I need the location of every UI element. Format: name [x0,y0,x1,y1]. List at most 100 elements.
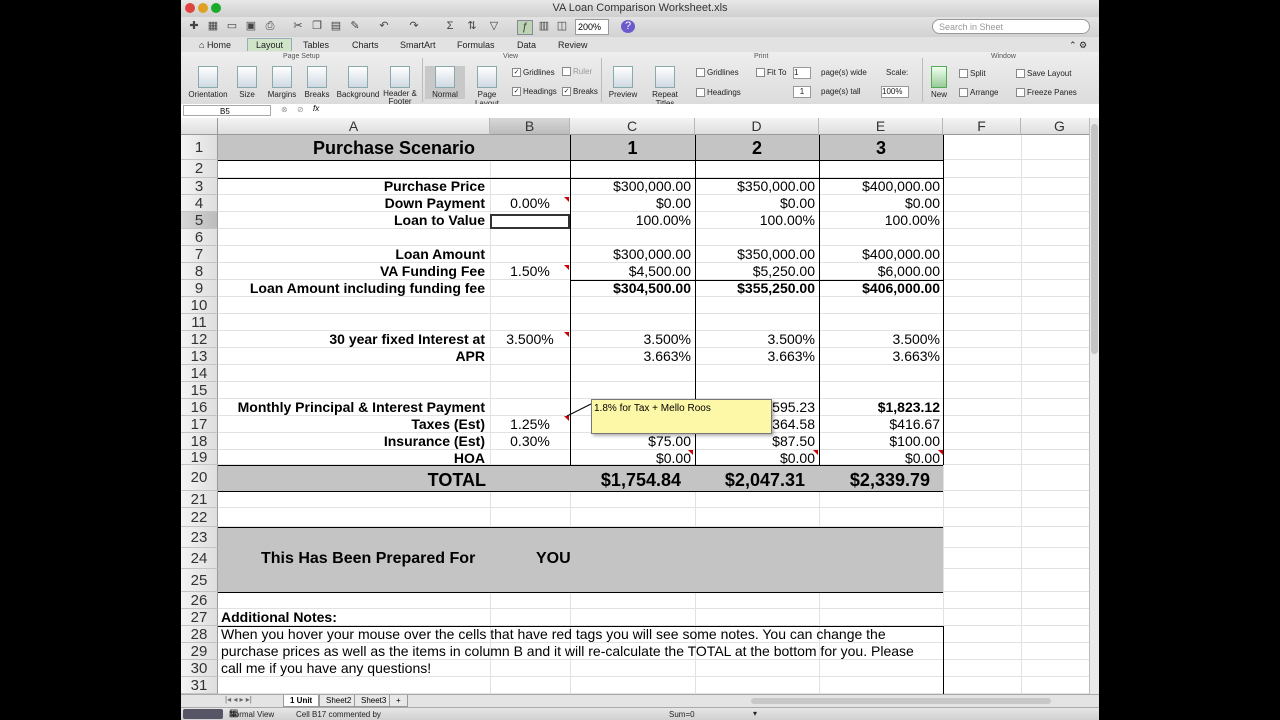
breaks-check[interactable]: ✓ Breaks [562,87,598,97]
row-header[interactable]: 7 [181,246,218,263]
cell-c-20[interactable]: $1,754.84 [570,470,681,491]
selected-cell-b5[interactable] [490,214,570,229]
cell-e-20[interactable]: $2,339.79 [819,470,930,491]
cell-a-24[interactable]: This Has Been Prepared For [261,550,475,568]
tab-review[interactable]: Review [550,39,596,51]
column-header-f[interactable]: F [943,118,1021,135]
cell-a-29[interactable]: purchase prices as well as the items in … [221,643,914,659]
cell-e-16[interactable]: $1,823.12 [819,399,940,415]
row-header[interactable]: 21 [181,491,218,508]
row-header[interactable]: 8 [181,263,218,280]
cell-a-5[interactable]: Loan to Value [218,212,485,228]
cell-c-19[interactable]: $0.00 [570,450,691,466]
fit-to-check[interactable]: Fit To [756,68,786,78]
formula-input[interactable] [329,105,1087,116]
row-header[interactable]: 17 [181,416,218,433]
cell-d-4[interactable]: $0.00 [695,195,815,211]
cell-b-17[interactable]: 1.25% [490,416,570,432]
gridlines-print-check[interactable]: Gridlines [696,68,739,78]
row-header[interactable]: 29 [181,643,218,660]
add-sheet-button[interactable]: + [389,695,408,707]
row-header[interactable]: 27 [181,609,218,626]
row-header[interactable]: 25 [181,569,218,592]
scenario-title[interactable]: Purchase Scenario [218,138,570,159]
help-icon[interactable]: ? [621,20,635,33]
cell-b-8[interactable]: 1.50% [490,263,570,279]
row-header[interactable]: 18 [181,433,218,450]
comment-tag[interactable] [813,450,818,455]
sheet-nav-arrows[interactable]: |◂ ◂ ▸ ▸| [225,695,252,704]
undo-icon[interactable]: ↶ [377,20,391,33]
normal-view-button[interactable]: Normal [425,66,465,99]
cell-a-27[interactable]: Additional Notes: [221,609,911,625]
scale-field[interactable]: 100% [881,86,909,98]
cell-d-19[interactable]: $0.00 [695,450,815,466]
row-header[interactable]: 31 [181,677,218,694]
name-box[interactable]: B5 [183,105,271,116]
cell-b-24[interactable]: YOU [536,550,571,568]
format-painter-icon[interactable]: ✎ [348,20,362,33]
cut-icon[interactable]: ✂ [291,20,305,33]
freeze-panes-button[interactable]: Freeze Panes [1016,88,1077,98]
row-header[interactable]: 30 [181,660,218,677]
row-header[interactable]: 11 [181,314,218,331]
row-header[interactable]: 15 [181,382,218,399]
normal-view-icon[interactable] [183,709,223,719]
row-header[interactable]: 2 [181,160,218,178]
tab-layout[interactable]: Layout [247,38,293,51]
gallery-icon[interactable]: ▥ [537,20,551,33]
search-sheet-input[interactable]: Search in Sheet [932,19,1090,34]
tab-home[interactable]: ⌂ Home [191,39,239,51]
vertical-scroll-thumb[interactable] [1091,124,1098,354]
formula-builder-icon[interactable]: ƒ [517,20,533,35]
cell-d-12[interactable]: 3.500% [695,331,815,347]
tab-charts[interactable]: Charts [344,39,387,51]
sheet-tab-sheet2[interactable]: Sheet2 [319,695,359,707]
row-header[interactable]: 20 [181,465,218,491]
cell-e-12[interactable]: 3.500% [819,331,940,347]
cell-c-3[interactable]: $300,000.00 [570,178,691,194]
header-footer-button[interactable]: Header & Footer [382,66,418,106]
enter-icon[interactable]: ⊘ [297,105,304,114]
paste-icon[interactable]: ▤ [329,20,343,33]
cell-d-13[interactable]: 3.663% [695,348,815,364]
cell-d-8[interactable]: $5,250.00 [695,263,815,279]
breaks-button[interactable]: Breaks [303,66,331,99]
row-header[interactable]: 13 [181,348,218,365]
cell-e-5[interactable]: 100.00% [819,212,940,228]
fit-wide-field[interactable]: 1 [793,67,811,79]
row-header[interactable]: 5 [181,212,218,229]
filter-icon[interactable]: ▽ [487,20,501,33]
cell-a-16[interactable]: Monthly Principal & Interest Payment [218,399,485,415]
row-header[interactable]: 6 [181,229,218,246]
cell-e-19[interactable]: $0.00 [819,450,940,466]
row-header[interactable]: 1 [181,135,218,160]
sheet-tab-sheet3[interactable]: Sheet3 [354,695,394,707]
scenario-3-header[interactable]: 3 [819,138,943,159]
cell-c-7[interactable]: $300,000.00 [570,246,691,262]
cell-e-17[interactable]: $416.67 [819,416,940,432]
cell-c-5[interactable]: 100.00% [570,212,691,228]
cell-d-18[interactable]: $87.50 [695,433,815,449]
cell-c-4[interactable]: $0.00 [570,195,691,211]
cell-a-19[interactable]: HOA [218,450,485,466]
row-header[interactable]: 4 [181,195,218,212]
zoom-field[interactable]: 200% [575,19,609,35]
cell-a-30[interactable]: call me if you have any questions! [221,660,911,676]
cell-e-9[interactable]: $406,000.00 [819,280,940,296]
headings-print-check[interactable]: Headings [696,88,741,98]
page-layout-button[interactable]: Page Layout [467,66,507,108]
row-header[interactable]: 26 [181,592,218,609]
column-header-c[interactable]: C [570,118,695,135]
tab-smartart[interactable]: SmartArt [392,39,444,51]
cell-e-4[interactable]: $0.00 [819,195,940,211]
orientation-button[interactable]: Orientation [187,66,229,99]
row-header[interactable]: 19 [181,450,218,465]
column-header-d[interactable]: D [695,118,819,135]
sheet-tab-1-unit[interactable]: 1 Unit [283,695,320,707]
fx-icon[interactable]: fx [313,104,319,113]
cell-c-13[interactable]: 3.663% [570,348,691,364]
cell-a-18[interactable]: Insurance (Est) [218,433,485,449]
open-icon[interactable]: ▭ [225,20,239,33]
scenario-2-header[interactable]: 2 [695,138,819,159]
